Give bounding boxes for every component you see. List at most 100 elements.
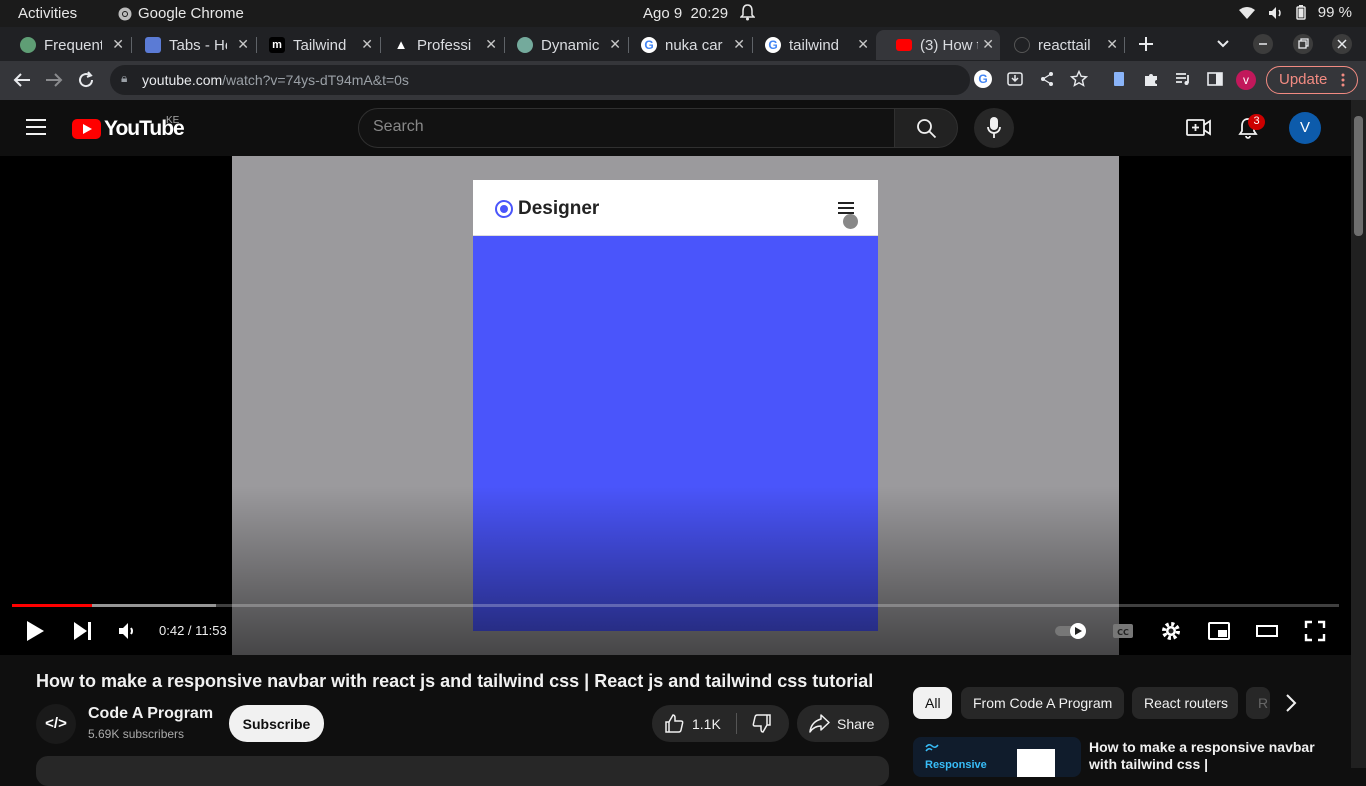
activities-button[interactable]: Activities: [18, 5, 77, 22]
chip-from-channel[interactable]: From Code A Program: [961, 687, 1124, 719]
close-icon[interactable]: ✕: [361, 36, 373, 53]
close-icon[interactable]: ✕: [982, 36, 994, 53]
account-avatar[interactable]: V: [1289, 112, 1321, 144]
video-player[interactable]: Designer 0:42 / 11:53 CC: [0, 156, 1351, 655]
tab-title: reacttail: [1038, 36, 1091, 54]
close-icon: [1337, 39, 1347, 49]
share-icon[interactable]: [1038, 70, 1056, 88]
thumbnail-label: Responsive: [925, 759, 987, 771]
youtube-logo[interactable]: YouTube KE: [72, 115, 185, 141]
like-count: 1.1K: [692, 716, 721, 732]
notification-count-badge: 3: [1248, 114, 1265, 130]
forward-arrow-icon[interactable]: [45, 72, 63, 88]
menu-hamburger-icon[interactable]: [26, 119, 46, 135]
voice-search-button[interactable]: [974, 108, 1014, 148]
theater-mode-icon[interactable]: [1255, 619, 1279, 643]
side-panel-icon[interactable]: [1206, 70, 1224, 88]
extension-doc-icon[interactable]: [1110, 70, 1128, 88]
chip-partial[interactable]: R: [1246, 687, 1270, 719]
close-window-button[interactable]: [1332, 34, 1352, 54]
tab-divider: [1124, 37, 1125, 53]
subscribe-button[interactable]: Subscribe: [229, 705, 324, 742]
app-menu[interactable]: Google Chrome: [118, 5, 244, 22]
next-video-icon[interactable]: [71, 619, 95, 643]
close-icon[interactable]: ✕: [485, 36, 497, 53]
fullscreen-icon[interactable]: [1303, 619, 1327, 643]
scrollbar-thumb[interactable]: [1354, 116, 1363, 236]
lock-icon[interactable]: 🔒︎: [121, 71, 127, 86]
close-icon[interactable]: ✕: [1106, 36, 1118, 53]
close-icon[interactable]: ✕: [237, 36, 249, 53]
subtitles-cc-icon[interactable]: CC: [1111, 619, 1135, 643]
time-display: 0:42 / 11:53: [159, 623, 227, 638]
chevron-right-icon[interactable]: [1279, 691, 1303, 715]
youtube-header: YouTube KE: [0, 100, 1351, 156]
tab-youtube-active[interactable]: (3) How t ✕: [876, 30, 1000, 60]
tab-nuka-search[interactable]: G nuka car ✕: [621, 30, 751, 60]
miniplayer-icon[interactable]: [1207, 619, 1231, 643]
search-input[interactable]: [373, 118, 873, 136]
youtube-icon: [896, 39, 912, 51]
search-box[interactable]: [358, 108, 895, 148]
like-thumb-up-icon[interactable]: [664, 713, 685, 734]
tab-title: Frequent: [44, 36, 102, 54]
chrome-icon: [118, 7, 132, 20]
channel-name[interactable]: Code A Program: [88, 705, 213, 723]
chip-react-routers[interactable]: React routers: [1132, 687, 1238, 719]
reload-icon[interactable]: [77, 71, 95, 89]
search-button[interactable]: [894, 108, 958, 148]
address-bar[interactable]: 🔒︎ youtube.com/watch?v=74ys-dT94mA&t=0s: [110, 65, 970, 95]
restore-button[interactable]: [1293, 34, 1313, 54]
mock-brand-label: Designer: [518, 198, 600, 219]
create-video-icon[interactable]: [1186, 116, 1212, 140]
tab-search-chevron-icon[interactable]: [1216, 39, 1230, 49]
dislike-thumb-down-icon[interactable]: [751, 713, 772, 734]
tailwind-logo-icon: [925, 743, 939, 752]
description-box[interactable]: [36, 756, 889, 786]
notification-bell-icon: [740, 4, 755, 21]
update-button[interactable]: Update: [1266, 66, 1358, 94]
tab-dynamic[interactable]: Dynamic ✕: [497, 30, 627, 60]
play-icon[interactable]: [23, 619, 47, 643]
video-title: How to make a responsive navbar with rea…: [36, 671, 874, 691]
install-app-icon[interactable]: [1006, 70, 1024, 88]
recommended-video-thumbnail[interactable]: Responsive: [913, 737, 1081, 777]
mock-brand: Designer: [495, 198, 599, 220]
youtube-play-logo-icon: [72, 119, 101, 139]
chip-all[interactable]: All: [913, 687, 952, 719]
tab-frequent[interactable]: Frequent ✕: [0, 30, 130, 60]
progress-bar[interactable]: [12, 604, 1339, 607]
google-lens-icon[interactable]: G: [974, 70, 992, 88]
page-scrollbar[interactable]: [1351, 100, 1366, 768]
google-icon: G: [641, 37, 657, 53]
tab-tailwind-search[interactable]: G tailwind ✕: [745, 30, 875, 60]
tab-title: Professi: [417, 36, 472, 54]
share-button[interactable]: Share: [797, 705, 889, 742]
settings-gear-icon[interactable]: [1159, 619, 1183, 643]
update-label: Update: [1279, 71, 1328, 88]
close-icon[interactable]: ✕: [609, 36, 621, 53]
tab-tailwind[interactable]: m Tailwind ✕: [249, 30, 379, 60]
autoplay-toggle-icon[interactable]: [1054, 622, 1090, 640]
minimize-button[interactable]: [1253, 34, 1273, 54]
progress-played: [12, 604, 92, 607]
extensions-puzzle-icon[interactable]: [1142, 70, 1160, 88]
bookmark-star-icon[interactable]: [1070, 70, 1088, 88]
back-arrow-icon[interactable]: [13, 72, 31, 88]
profile-avatar[interactable]: v: [1236, 70, 1256, 90]
tab-title: Tabs - He: [169, 36, 227, 54]
close-icon[interactable]: ✕: [857, 36, 869, 53]
target-logo-icon: [495, 200, 513, 218]
media-control-icon[interactable]: [1174, 70, 1192, 88]
tab-tabs[interactable]: Tabs - He ✕: [125, 30, 255, 60]
tab-professional[interactable]: ▲ Professi ✕: [373, 30, 503, 60]
close-icon[interactable]: ✕: [733, 36, 745, 53]
new-tab-icon[interactable]: [1138, 36, 1154, 52]
system-tray[interactable]: 99 %: [1238, 4, 1352, 21]
tab-reacttailwind[interactable]: reacttail ✕: [994, 30, 1124, 60]
close-icon[interactable]: ✕: [112, 36, 124, 53]
clock[interactable]: Ago 9 20:29: [643, 5, 728, 22]
date-label: Ago 9: [643, 5, 683, 22]
volume-icon[interactable]: [116, 619, 140, 643]
channel-avatar[interactable]: </>: [36, 704, 76, 744]
